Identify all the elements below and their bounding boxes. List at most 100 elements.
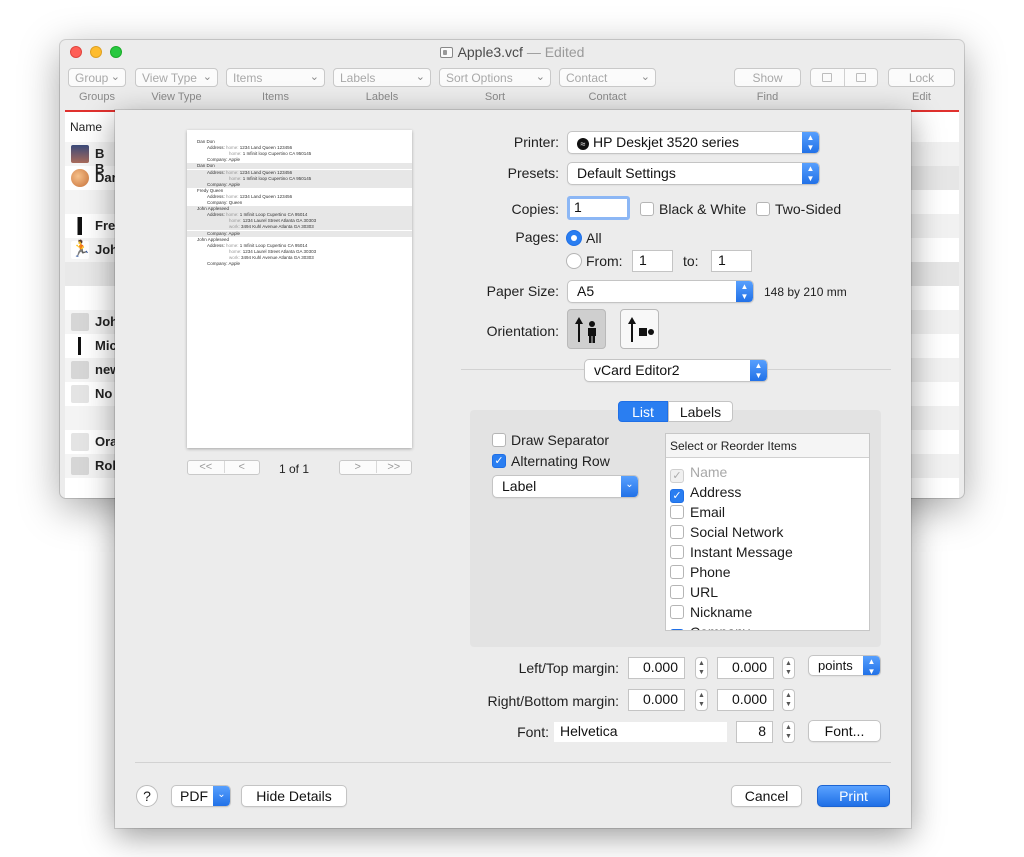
pages-from-input[interactable]: 1 [632, 250, 673, 272]
list-item[interactable]: Fre [65, 214, 115, 238]
font-size-stepper[interactable]: ▲ ▼ [782, 721, 795, 743]
item-row[interactable]: Email [670, 504, 725, 520]
item-row[interactable]: Instant Message [670, 544, 793, 560]
left-margin-input[interactable]: 0.000 [628, 657, 685, 679]
right-margin-stepper[interactable]: ▲ ▼ [695, 689, 708, 711]
next-page-button[interactable]: > [340, 461, 376, 473]
app-options-popup[interactable]: vCard Editor2 ▲ ▼ [584, 359, 768, 382]
printer-popup[interactable]: ≈ HP Deskjet 3520 series ▲ ▼ [567, 131, 820, 154]
avatar [71, 145, 89, 163]
pages-all-radio[interactable] [566, 230, 582, 246]
list-item[interactable] [65, 190, 115, 214]
item-row[interactable]: ✓ Address [670, 484, 741, 503]
pages-range-radio[interactable] [566, 253, 582, 269]
list-item[interactable]: B B [65, 142, 115, 176]
list-item[interactable]: Dar [65, 166, 117, 190]
font-chooser-button[interactable]: Font... [808, 720, 881, 742]
lock-button[interactable]: Lock [888, 68, 955, 87]
top-margin-input[interactable]: 0.000 [717, 657, 774, 679]
pages-all-label: All [586, 230, 602, 246]
paper-size-popup[interactable]: A5 ▲ ▼ [567, 280, 754, 303]
chevron-down-icon: ⌄ [535, 71, 545, 83]
page-nav-back-group[interactable]: << < [187, 460, 260, 475]
preview-line: Dan Don [197, 139, 215, 144]
labels-popup[interactable]: Labels ⌄ [333, 68, 431, 87]
contact-popup[interactable]: Contact ⌄ [559, 68, 656, 87]
list-item[interactable] [65, 406, 115, 430]
item-row[interactable]: Phone [670, 564, 730, 580]
preview-line: work: 3494 Kuhl Avenue Atlanta GA 30303 [229, 254, 314, 260]
item-checkbox[interactable]: ✓ [670, 629, 684, 630]
item-row[interactable]: Social Network [670, 524, 783, 540]
previous-page-button[interactable]: < [223, 461, 260, 473]
help-button[interactable]: ? [136, 785, 158, 807]
last-page-button[interactable]: >> [375, 461, 412, 473]
group-popup[interactable]: Group ⌄ [68, 68, 126, 87]
item-checkbox[interactable] [670, 545, 684, 559]
row-style-popup[interactable]: Label ⌄ [492, 475, 639, 498]
margin-units-popup[interactable]: points ▲ ▼ [808, 655, 881, 676]
draw-separator-checkbox[interactable] [492, 433, 506, 447]
list-item[interactable]: 🏃 Joh [65, 238, 118, 262]
sort-options-popup[interactable]: Sort Options ⌄ [439, 68, 551, 87]
name-column-header[interactable]: Name [70, 120, 102, 134]
pages-to-input[interactable]: 1 [711, 250, 752, 272]
black-white-checkbox[interactable] [640, 202, 654, 216]
preview-line: home: 1 Infinit loop Cupertino CA 950145 [187, 175, 412, 182]
list-item[interactable]: Rol [65, 454, 116, 478]
item-label: Phone [690, 564, 731, 580]
toolbar-caption-find: Find [756, 91, 779, 103]
hide-details-button[interactable]: Hide Details [241, 785, 347, 807]
toolbar-caption-items: Items [262, 91, 289, 103]
two-sided-checkbox[interactable] [756, 202, 770, 216]
list-item[interactable] [65, 286, 115, 310]
tab-list[interactable]: List [618, 401, 668, 422]
print-button[interactable]: Print [817, 785, 890, 807]
item-checkbox[interactable] [670, 525, 684, 539]
cancel-button[interactable]: Cancel [731, 785, 802, 807]
show-button[interactable]: Show [734, 68, 801, 87]
bottom-margin-stepper[interactable]: ▲ ▼ [782, 689, 795, 711]
items-popup[interactable]: Items ⌄ [226, 68, 325, 87]
list-item[interactable]: No [65, 382, 115, 406]
item-row[interactable]: Nickname [670, 604, 752, 620]
item-checkbox[interactable] [670, 565, 684, 579]
page-nav-forward-group[interactable]: > >> [339, 460, 412, 475]
list-item[interactable]: Joh [65, 310, 118, 334]
copies-input[interactable]: 1 [567, 196, 630, 220]
item-row[interactable]: ✓ Company [670, 624, 750, 630]
items-list[interactable]: Select or Reorder Items ✓ Name ✓ Address Ema… [665, 433, 870, 631]
item-checkbox[interactable] [670, 505, 684, 519]
list-item[interactable] [65, 262, 115, 286]
presets-popup[interactable]: Default Settings ▲ ▼ [567, 162, 820, 185]
left-margin-stepper[interactable]: ▲ ▼ [695, 657, 708, 679]
footer-separator [135, 762, 891, 763]
item-checkbox[interactable]: ✓ [670, 469, 684, 483]
black-white-label: Black & White [659, 201, 747, 217]
view-type-popup[interactable]: View Type ⌄ [135, 68, 218, 87]
right-margin-input[interactable]: 0.000 [628, 689, 685, 711]
paper-dimensions: 148 by 210 mm [764, 285, 847, 299]
pdf-menu-button[interactable]: PDF ⌄ [171, 785, 231, 807]
list-item[interactable]: new [65, 358, 120, 382]
list-item[interactable]: Ora [65, 430, 117, 454]
portrait-orientation-button[interactable] [567, 309, 606, 349]
alternating-row-checkbox[interactable]: ✓ [492, 454, 506, 468]
top-margin-stepper[interactable]: ▲ ▼ [782, 657, 795, 679]
landscape-orientation-button[interactable] [620, 309, 659, 349]
avatar [71, 169, 89, 187]
tab-labels[interactable]: Labels [668, 401, 733, 422]
item-row[interactable]: ✓ Name [670, 464, 727, 483]
item-label: Address [690, 484, 742, 500]
item-checkbox[interactable] [670, 585, 684, 599]
font-size-input[interactable]: 8 [736, 721, 773, 743]
layout-segmented-control[interactable] [810, 68, 878, 87]
presets-value: Default Settings [577, 165, 676, 181]
bottom-margin-input[interactable]: 0.000 [717, 689, 774, 711]
item-checkbox[interactable] [670, 605, 684, 619]
orientation-label: Orientation: [486, 323, 559, 339]
first-page-button[interactable]: << [188, 461, 224, 473]
item-checkbox[interactable]: ✓ [670, 489, 684, 503]
list-item[interactable]: Mic [65, 334, 117, 358]
item-row[interactable]: URL [670, 584, 718, 600]
